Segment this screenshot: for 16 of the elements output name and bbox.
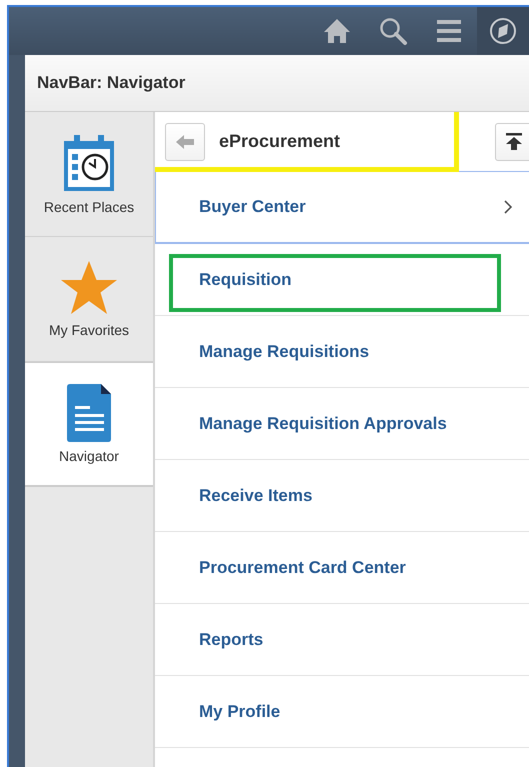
folder-title: eProcurement [219, 131, 342, 152]
menu-icon[interactable] [436, 18, 462, 44]
back-button[interactable] [165, 122, 205, 160]
calendar-clock-icon [61, 133, 117, 193]
star-icon [59, 260, 119, 316]
sidebar-tab[interactable]: Navigator [25, 362, 153, 487]
up-to-top-icon [506, 133, 522, 150]
chevron-right-icon [504, 200, 513, 214]
home-icon[interactable] [322, 16, 352, 46]
navigator-item[interactable]: Buyer Center [155, 172, 529, 244]
left-arrow-icon [176, 134, 194, 148]
top-button[interactable] [495, 122, 529, 160]
panel-title: NavBar: Navigator [25, 55, 529, 112]
compass-icon[interactable] [488, 16, 518, 46]
search-icon[interactable] [378, 16, 408, 46]
document-icon [67, 384, 111, 442]
